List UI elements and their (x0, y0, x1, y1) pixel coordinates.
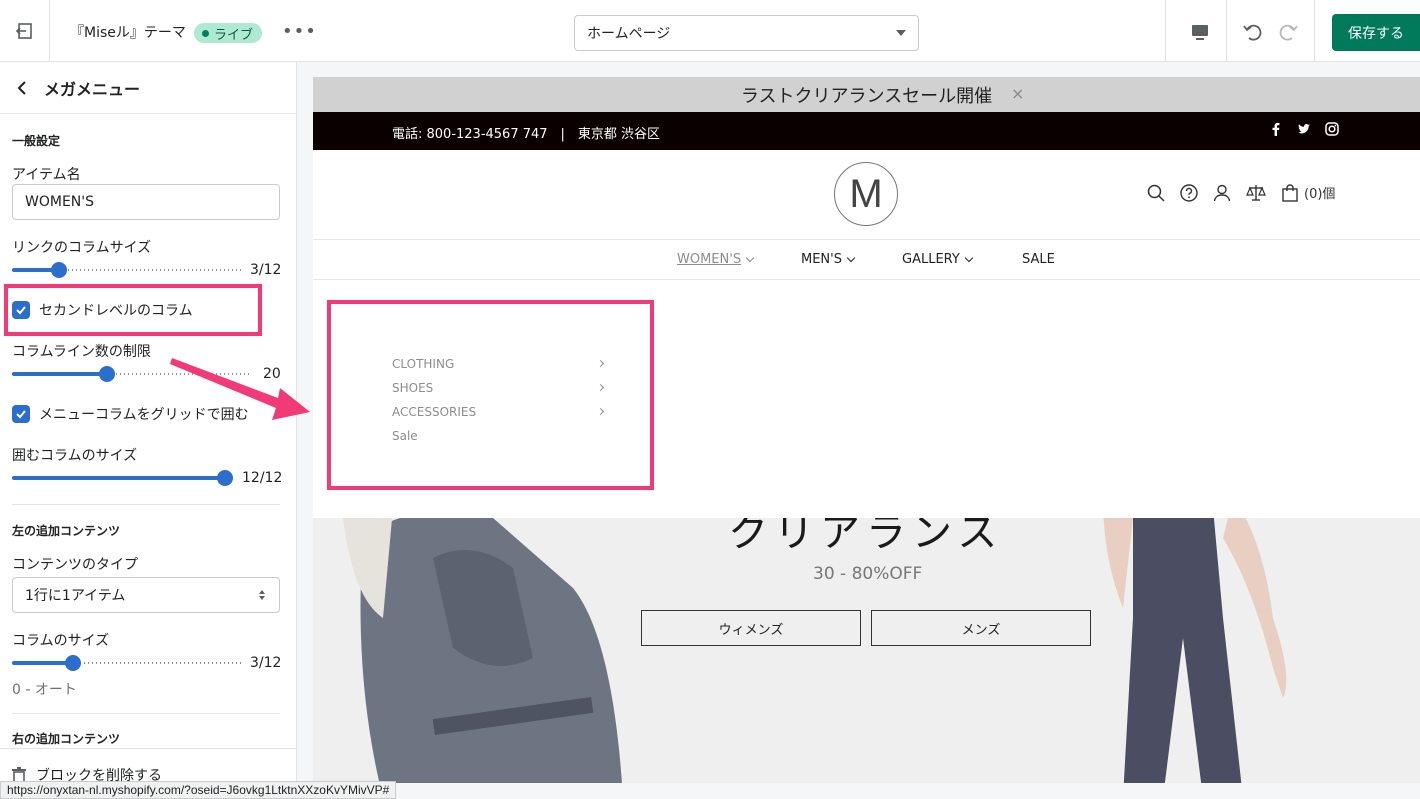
wrap-column-size-value: 12/12 (242, 470, 283, 486)
link-column-size-label: リンクのコラムサイズ (12, 240, 152, 256)
search-icon[interactable] (1147, 184, 1165, 202)
slider-thumb[interactable] (217, 470, 233, 486)
compare-scale-icon[interactable] (1246, 184, 1266, 202)
general-section-title: 一般設定 (12, 134, 61, 148)
announcement-bar: ラストクリアランスセール開催 × (313, 77, 1420, 112)
wrap-column-size-label: 囲むコラムのサイズ (12, 448, 138, 464)
slider-thumb[interactable] (51, 262, 67, 278)
divider (1226, 0, 1227, 62)
live-dot-icon (202, 29, 209, 37)
sidebar-header: メガメニュー (0, 62, 296, 114)
instagram-icon[interactable] (1325, 122, 1339, 136)
nav-item-sale[interactable]: SALE (1022, 252, 1055, 267)
page-select-value: ホームページ (587, 26, 671, 42)
left-extra-section-title: 左の追加コンテンツ (12, 524, 121, 538)
divider (12, 504, 280, 505)
nav-label: MEN'S (801, 252, 842, 267)
divider (1165, 0, 1166, 62)
sidebar-title: メガメニュー (44, 80, 141, 99)
nav-item-womens[interactable]: WOMEN'S (677, 252, 755, 267)
theme-name: 『Miseル』テーマ (70, 25, 186, 41)
help-icon[interactable] (1180, 183, 1198, 202)
live-badge: ライブ (194, 23, 263, 43)
live-label: ライブ (214, 27, 254, 43)
column-size-label: コラムのサイズ (12, 633, 110, 649)
store-header: M (0)個 (313, 150, 1420, 240)
mens-button[interactable]: メンズ (871, 610, 1091, 646)
info-bar: 電話: 800-123-4567 747 | 東京都 渋谷区 (313, 112, 1420, 150)
divider (12, 713, 280, 714)
more-actions-button[interactable]: ••• (282, 21, 317, 42)
main-nav: WOMEN'S MEN'S GALLERY SALE (313, 240, 1420, 280)
content-type-value: 1行に1アイテム (25, 588, 126, 604)
close-icon[interactable]: × (1011, 84, 1024, 103)
exit-icon (15, 23, 32, 39)
undo-icon (1243, 24, 1262, 41)
pointer-arrow-icon (170, 358, 310, 420)
hero-subtitle: 30 - 80%OFF (813, 564, 923, 584)
hero-title: クリアランス (728, 518, 1004, 556)
chevron-down-icon (745, 253, 755, 262)
item-name-value: WOMEN'S (25, 194, 94, 210)
cart-count[interactable]: (0)個 (1304, 183, 1335, 202)
header-icons: (0)個 (1147, 183, 1335, 202)
nav-label: WOMEN'S (677, 252, 742, 267)
account-icon[interactable] (1213, 184, 1231, 202)
social-links (1269, 122, 1339, 136)
store-logo[interactable]: M (834, 162, 898, 226)
undo-button[interactable] (1240, 20, 1264, 44)
column-line-limit-label: コラムライン数の制限 (12, 344, 151, 360)
top-bar: 『Miseル』テーマ ライブ ••• ホームページ 保存する (0, 0, 1420, 62)
announcement-text: ラストクリアランスセール開催 (740, 85, 993, 107)
slider-thumb[interactable] (65, 655, 81, 671)
chevron-down-icon (964, 253, 974, 262)
desktop-icon (1192, 25, 1208, 40)
caret-down-icon (896, 30, 906, 36)
twitter-icon[interactable] (1297, 122, 1311, 136)
wrap-column-size-slider[interactable] (12, 468, 233, 488)
save-button[interactable]: 保存する (1332, 14, 1420, 51)
content-type-select[interactable]: 1行に1アイテム (12, 577, 280, 613)
model-photo-right (1103, 518, 1287, 783)
auto-hint: 0 - オート (12, 682, 77, 698)
divider (1314, 0, 1315, 62)
status-url: https://onyxtan-nl.myshopify.com/?oseid=… (0, 781, 397, 799)
womens-button[interactable]: ウィメンズ (641, 610, 861, 646)
slider-thumb[interactable] (99, 366, 115, 382)
page-select[interactable]: ホームページ (574, 15, 919, 51)
hero-banner: クリアランス 30 - 80%OFF ウィメンズ メンズ (313, 518, 1420, 783)
link-column-size-slider[interactable] (12, 260, 242, 280)
item-name-input[interactable]: WOMEN'S (12, 184, 280, 220)
column-size-slider[interactable] (12, 653, 242, 673)
back-chevron-icon[interactable] (14, 78, 30, 98)
chevron-down-icon (846, 253, 856, 262)
select-arrows-icon (259, 590, 265, 600)
exit-button[interactable] (0, 0, 50, 62)
model-photo-left (343, 518, 622, 783)
contact-info: 電話: 800-123-4567 747 | 東京都 渋谷区 (392, 127, 661, 142)
highlight-box (4, 284, 262, 336)
logo-letter: M (849, 171, 883, 216)
item-name-label: アイテム名 (12, 167, 81, 183)
nav-label: GALLERY (902, 252, 960, 267)
highlight-box (327, 300, 654, 490)
nav-label: SALE (1022, 252, 1055, 267)
content-type-label: コンテンツのタイプ (12, 557, 138, 573)
checkmark-icon (12, 405, 30, 423)
settings-sidebar: メガメニュー 一般設定 アイテム名 WOMEN'S リンクのコラムサイズ 3/1… (0, 62, 297, 799)
desktop-view-button[interactable] (1188, 20, 1212, 44)
redo-icon (1279, 24, 1298, 41)
nav-item-gallery[interactable]: GALLERY (902, 252, 974, 267)
column-size-value: 3/12 (250, 655, 282, 671)
right-extra-section-title: 右の追加コンテンツ (12, 732, 121, 746)
nav-item-mens[interactable]: MEN'S (801, 252, 856, 267)
link-column-size-value: 3/12 (250, 262, 282, 278)
redo-button[interactable] (1277, 20, 1301, 44)
cart-icon[interactable] (1281, 183, 1299, 202)
facebook-icon[interactable] (1269, 122, 1283, 136)
